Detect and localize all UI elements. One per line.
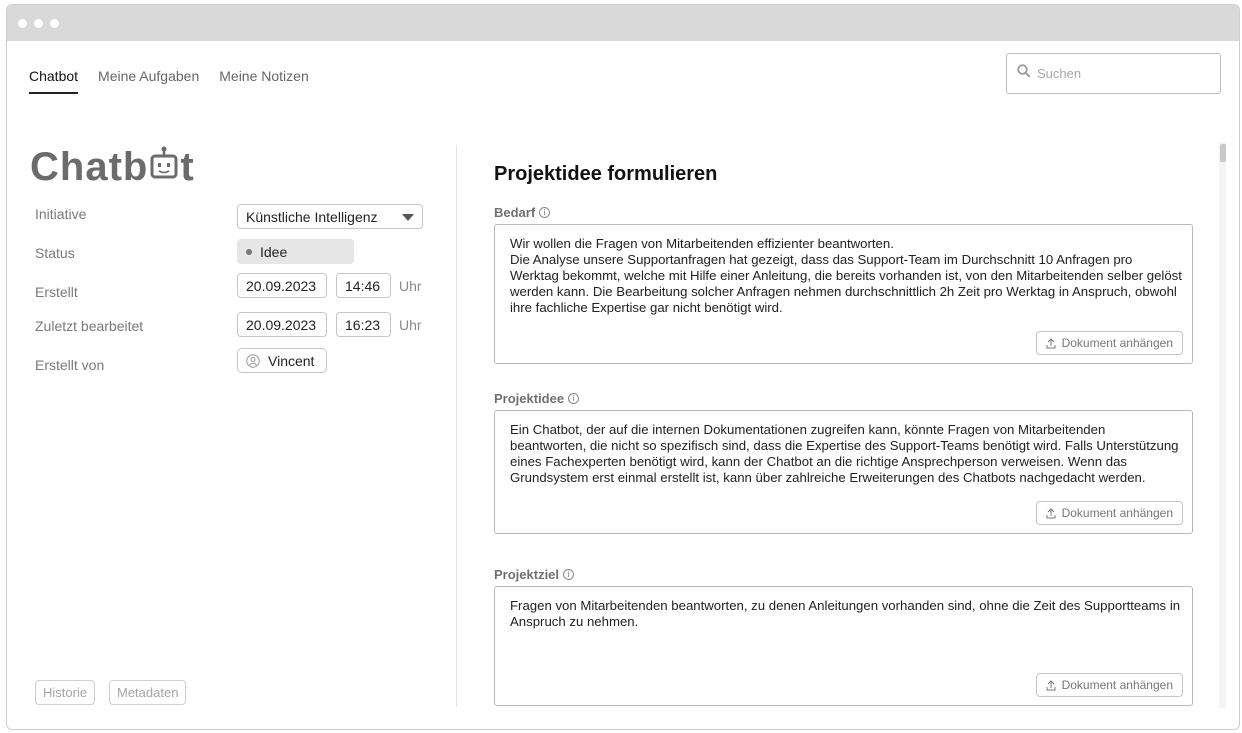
search-icon [1017,64,1031,83]
tab-meine-notizen[interactable]: Meine Notizen [219,68,309,94]
projektziel-text: Fragen von Mitarbeitenden beantworten, z… [510,598,1181,629]
projektidee-textbox[interactable]: Ein Chatbot, der auf die internen Dokume… [494,410,1193,534]
top-nav-tabs: Chatbot Meine Aufgaben Meine Notizen [29,68,329,94]
projektidee-label: Projektidee i [494,391,580,406]
robot-icon [149,146,179,187]
status-dot-icon [246,248,252,255]
upload-icon [1046,679,1056,690]
bedarf-label-text: Bedarf [494,205,536,220]
window-dot-3[interactable] [50,19,59,28]
metadata-button[interactable]: Metadaten [109,680,187,705]
edited-date-field[interactable]: 20.09.2023 [237,312,327,337]
created-date-field[interactable]: 20.09.2023 [237,273,327,298]
edited-label: Zuletzt bearbeitet [35,318,144,334]
bedarf-textbox[interactable]: Wir wollen die Fragen von Mitarbeitenden… [494,224,1193,364]
scrollbar-thumb[interactable] [1220,144,1226,162]
initiative-value: Künstliche Intelligenz [246,208,378,225]
status-value: Idee [260,243,288,260]
projektidee-label-text: Projektidee [494,391,565,406]
chevron-down-icon [402,209,414,225]
projektidee-text: Ein Chatbot, der auf die internen Dokume… [510,422,1179,485]
projektziel-attach-label: Dokument anhängen [1061,678,1173,692]
upload-icon [1046,337,1056,348]
bedarf-attach-button[interactable]: Dokument anhängen [1035,331,1183,355]
project-title-part1: Chatb [30,144,149,189]
search-input[interactable] [1037,66,1207,81]
window-dot-1[interactable] [18,19,27,28]
created-label: Erstellt [35,284,78,300]
bedarf-attach-label: Dokument anhängen [1061,336,1173,350]
info-icon[interactable]: i [568,393,580,404]
projektziel-label-text: Projektziel [494,567,560,582]
tab-chatbot[interactable]: Chatbot [29,68,79,94]
column-divider [456,145,457,707]
window-dot-2[interactable] [34,19,43,28]
projektziel-textbox[interactable]: Fragen von Mitarbeitenden beantworten, z… [494,586,1193,706]
status-label: Status [35,245,75,261]
created-time-field[interactable]: 14:46 [336,273,391,298]
history-button[interactable]: Historie [35,680,96,705]
window-titlebar [7,5,1239,41]
project-title-part2: t [180,144,195,189]
user-avatar-icon [246,353,260,368]
upload-icon [1046,507,1056,518]
info-icon[interactable]: i [563,569,575,580]
created-time-unit: Uhr [399,278,422,294]
projektziel-label: Projektziel i [494,567,575,582]
author-chip[interactable]: Vincent [237,348,327,373]
status-badge[interactable]: Idee [237,239,354,264]
info-icon[interactable]: i [539,207,551,218]
edited-time-unit: Uhr [399,317,422,333]
author-value: Vincent [268,352,315,369]
initiative-label: Initiative [35,206,87,222]
bedarf-label: Bedarf i [494,205,551,220]
tab-meine-aufgaben[interactable]: Meine Aufgaben [98,68,199,94]
projektidee-attach-label: Dokument anhängen [1061,506,1173,520]
projektidee-attach-button[interactable]: Dokument anhängen [1035,501,1183,525]
author-label: Erstellt von [35,357,105,373]
initiative-select[interactable]: Künstliche Intelligenz [237,204,423,229]
main-heading: Projektidee formulieren [494,163,718,185]
search-box[interactable] [1006,53,1221,94]
scrollbar-track[interactable] [1219,142,1226,708]
edited-time-field[interactable]: 16:23 [336,312,391,337]
bedarf-text: Wir wollen die Fragen von Mitarbeitenden… [510,236,1182,315]
project-title: Chatb t [30,146,195,187]
projektziel-attach-button[interactable]: Dokument anhängen [1035,673,1183,697]
